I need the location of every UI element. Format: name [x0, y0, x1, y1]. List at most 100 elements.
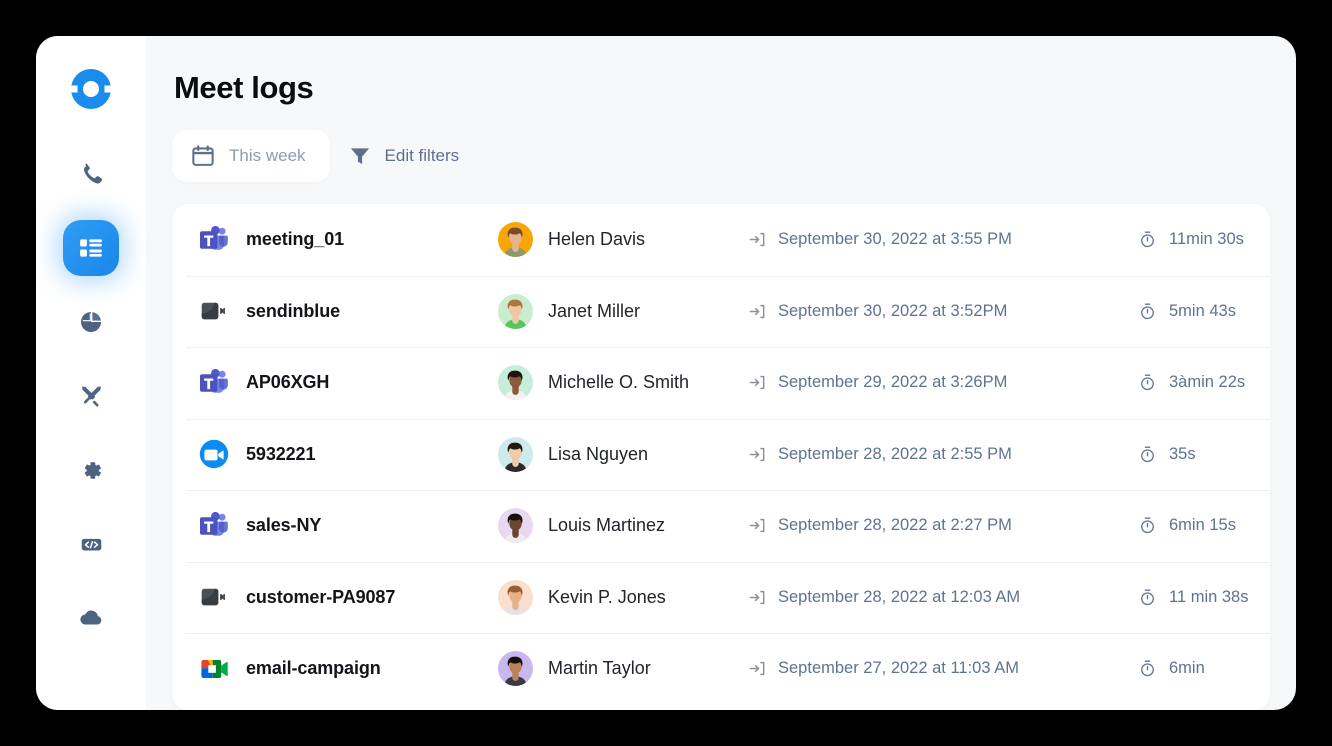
- duration-cell: 11min 30s: [1138, 230, 1270, 249]
- stopwatch-icon: [1141, 374, 1154, 391]
- zoom-icon: [199, 440, 229, 469]
- login-arrow-icon: [749, 519, 765, 533]
- pie-chart-icon: [81, 312, 101, 332]
- table-row[interactable]: customer-PA9087 Kevin P. Jones September…: [172, 561, 1270, 634]
- meet-logs-list: meeting_01 Helen Davis September 30, 202…: [172, 204, 1270, 705]
- microsoft-teams-icon: [200, 511, 228, 536]
- login-arrow-icon: [749, 590, 765, 604]
- meeting-name: meeting_01: [246, 229, 345, 250]
- participant-cell: Janet Miller: [498, 293, 748, 329]
- date-text: September 30, 2022 at 3:55 PM: [778, 230, 1012, 249]
- table-row[interactable]: sales-NY Louis Martinez September 28, 20…: [172, 490, 1270, 562]
- toolbar: This week Edit filters: [172, 130, 1270, 182]
- avatar: [498, 293, 533, 329]
- avatar: [498, 651, 533, 687]
- stopwatch-icon: [1141, 589, 1154, 605]
- participant-name: Martin Taylor: [548, 658, 651, 679]
- meeting-name: sendinblue: [246, 300, 341, 321]
- video-camera-icon: [201, 589, 225, 606]
- meeting-cell: email-campaign: [198, 653, 498, 685]
- sidebar-item-logs[interactable]: [63, 220, 119, 276]
- participant-cell: Michelle O. Smith: [498, 365, 748, 401]
- meeting-name: AP06XGH: [246, 372, 330, 393]
- login-arrow-icon: [749, 233, 765, 247]
- date-text: September 27, 2022 at 11:03 AM: [778, 659, 1019, 678]
- date-cell: September 28, 2022 at 12:03 AM: [748, 588, 1138, 607]
- stopwatch-icon: [1141, 660, 1154, 677]
- stopwatch-icon: [1141, 303, 1154, 319]
- avatar-image: [498, 365, 533, 401]
- duration-text: 11min 30s: [1169, 230, 1244, 249]
- meeting-cell: sales-NY: [198, 510, 498, 542]
- crossed-swords-icon: [81, 386, 101, 406]
- date-text: September 28, 2022 at 2:27 PM: [778, 516, 1012, 535]
- meeting-cell: sendinblue: [198, 295, 498, 327]
- meeting-cell: 5932221: [198, 438, 498, 470]
- sidebar: [36, 36, 146, 710]
- meeting-name: 5932221: [246, 443, 316, 464]
- meeting-cell: customer-PA9087: [198, 581, 498, 613]
- google-meet-icon: [201, 659, 228, 678]
- phone-icon: [83, 163, 103, 184]
- stopwatch-icon: [1141, 446, 1154, 462]
- login-arrow-icon: [749, 447, 765, 461]
- login-arrow-icon: [749, 662, 765, 676]
- ringover-logo[interactable]: [68, 66, 114, 112]
- gear-icon: [84, 461, 101, 479]
- sidebar-item-settings[interactable]: [63, 442, 119, 498]
- date-filter-label: This week: [229, 146, 306, 165]
- duration-text: 35s: [1169, 444, 1196, 463]
- microsoft-teams-icon: [200, 225, 228, 250]
- duration-cell: 3àmin 22s: [1138, 373, 1270, 392]
- login-arrow-icon: [749, 376, 765, 390]
- sidebar-item-developer[interactable]: [63, 516, 119, 572]
- duration-text: 11 min 38s: [1169, 587, 1249, 606]
- participant-name: Helen Davis: [548, 229, 646, 250]
- stopwatch-icon: [1141, 231, 1154, 248]
- edit-filters-label: Edit filters: [384, 146, 460, 165]
- sidebar-nav: [36, 146, 146, 664]
- sidebar-item-campaigns[interactable]: [63, 368, 119, 424]
- sidebar-item-calls[interactable]: [63, 146, 119, 202]
- main-content: Meet logs This week Edit filters meeting…: [146, 36, 1296, 710]
- meet-logs-card: meeting_01 Helen Davis September 30, 202…: [172, 204, 1270, 710]
- date-text: September 29, 2022 at 3:26PM: [778, 373, 1008, 392]
- duration-text: 3àmin 22s: [1169, 373, 1246, 392]
- calendar-icon: [192, 145, 214, 166]
- sidebar-item-stats[interactable]: [63, 294, 119, 350]
- avatar: [498, 579, 533, 615]
- avatar-image: [498, 651, 533, 687]
- date-text: September 30, 2022 at 3:52PM: [778, 301, 1008, 320]
- participant-name: Lisa Nguyen: [548, 443, 649, 464]
- sidebar-item-cloud[interactable]: [63, 590, 119, 646]
- table-row[interactable]: email-campaign Martin Taylor September 2…: [172, 633, 1270, 705]
- table-row[interactable]: AP06XGH Michelle O. Smith September 29, …: [172, 347, 1270, 419]
- date-filter-button[interactable]: This week: [172, 130, 330, 182]
- funnel-icon: [350, 148, 369, 164]
- participant-cell: Kevin P. Jones: [498, 579, 748, 615]
- edit-filters-button[interactable]: Edit filters: [330, 130, 484, 182]
- date-cell: September 29, 2022 at 3:26PM: [748, 373, 1138, 392]
- table-row[interactable]: 5932221 Lisa Nguyen September 28, 2022 a…: [172, 418, 1270, 491]
- duration-text: 6min 15s: [1169, 516, 1236, 535]
- date-text: September 28, 2022 at 2:55 PM: [778, 444, 1012, 463]
- meeting-name: customer-PA9087: [246, 586, 396, 607]
- participant-name: Michelle O. Smith: [548, 372, 690, 393]
- date-cell: September 30, 2022 at 3:52PM: [748, 302, 1138, 321]
- table-row[interactable]: sendinblue Janet Miller September 30, 20…: [172, 275, 1270, 348]
- duration-text: 6min: [1169, 659, 1205, 678]
- code-icon: [81, 538, 101, 551]
- participant-name: Janet Miller: [548, 300, 641, 321]
- participant-cell: Lisa Nguyen: [498, 436, 748, 472]
- table-row[interactable]: meeting_01 Helen Davis September 30, 202…: [172, 204, 1270, 276]
- app-window: Meet logs This week Edit filters meeting…: [36, 36, 1296, 710]
- list-icon: [80, 239, 102, 257]
- participant-cell: Martin Taylor: [498, 651, 748, 687]
- stopwatch-icon: [1141, 517, 1154, 534]
- participant-name: Kevin P. Jones: [548, 586, 666, 607]
- cloud-icon: [80, 610, 102, 625]
- microsoft-teams-icon: [200, 368, 228, 393]
- date-cell: September 28, 2022 at 2:27 PM: [748, 516, 1138, 535]
- duration-cell: 11 min 38s: [1138, 588, 1270, 607]
- meeting-cell: meeting_01: [198, 224, 498, 256]
